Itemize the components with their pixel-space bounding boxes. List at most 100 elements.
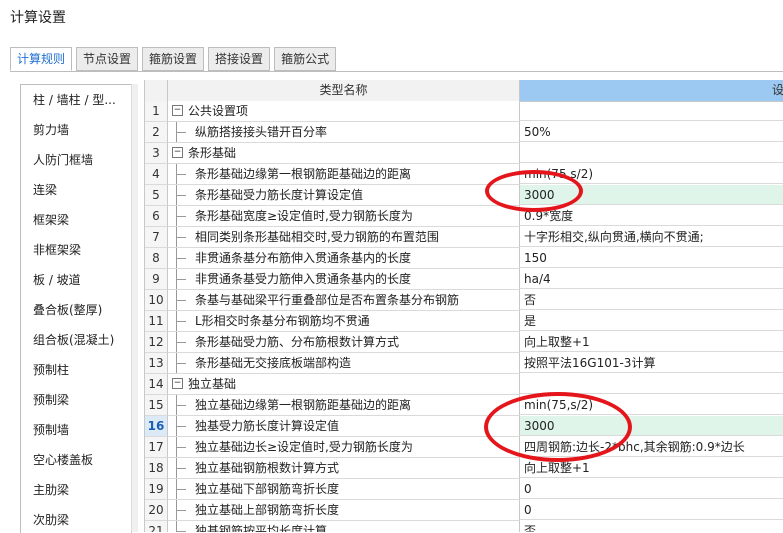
setting-name-cell[interactable]: 条形基础宽度≥设定值时,受力钢筋长度为 — [168, 206, 520, 227]
setting-name-cell[interactable]: 条形基础受力筋、分布筋根数计算方式 — [168, 332, 520, 353]
setting-value-cell[interactable]: min(75,s/2) — [520, 164, 783, 184]
setting-value-cell[interactable]: 3000 — [520, 416, 783, 436]
row-number[interactable]: 7 — [145, 227, 168, 248]
row-number[interactable]: 3 — [145, 143, 168, 164]
table-row[interactable]: 17 独立基础边长≥设定值时,受力钢筋长度为 四周钢筋:边长-2*bhc,其余钢筋:… — [145, 437, 783, 458]
setting-name-cell[interactable]: 独基钢筋按平均长度计算 — [168, 521, 520, 532]
row-number[interactable]: 1 — [145, 101, 168, 122]
setting-name-cell[interactable]: 条形基础无交接底板端部构造 — [168, 353, 520, 374]
table-row[interactable]: 11 L形相交时条基分布钢筋均不贯通 是 — [145, 311, 783, 332]
setting-value-cell[interactable]: 0.9*宽度 — [520, 206, 783, 226]
table-row[interactable]: 21 独基钢筋按平均长度计算 否 — [145, 521, 783, 532]
sidebar-scrollbar[interactable] — [131, 84, 138, 532]
setting-name-cell[interactable]: 独立基础钢筋根数计算方式 — [168, 458, 520, 479]
setting-value-cell[interactable]: 是 — [520, 311, 783, 331]
table-row[interactable]: 8 非贯通条基分布筋伸入贯通条基内的长度 150 — [145, 248, 783, 269]
setting-value-cell[interactable]: 150 — [520, 248, 783, 268]
table-row[interactable]: 19 独立基础下部钢筋弯折长度 0 — [145, 479, 783, 500]
setting-name-cell[interactable]: 条形基础受力筋长度计算设定值 — [168, 185, 520, 206]
row-number[interactable]: 15 — [145, 395, 168, 416]
tab-stirrup-settings[interactable]: 箍筋设置 — [142, 47, 205, 71]
setting-name-cell[interactable]: 独立基础边缘第一根钢筋距基础边的距离 — [168, 395, 520, 416]
sidebar-item-precast-beam[interactable]: 预制梁 — [21, 385, 131, 415]
setting-name-cell[interactable]: 条形基础边缘第一根钢筋距基础边的距离 — [168, 164, 520, 185]
setting-value-cell[interactable]: 十字形相交,纵向贯通,横向不贯通; — [520, 227, 783, 247]
setting-value-cell[interactable]: ha/4 — [520, 269, 783, 289]
row-number[interactable]: 19 — [145, 479, 168, 500]
table-row[interactable]: 2 纵筋搭接接头错开百分率 50% — [145, 122, 783, 143]
setting-value-cell[interactable] — [520, 101, 783, 121]
table-row[interactable]: 15 独立基础边缘第一根钢筋距基础边的距离 min(75,s/2) — [145, 395, 783, 416]
row-number[interactable]: 14 — [145, 374, 168, 395]
setting-name-cell[interactable]: 非贯通条基分布筋伸入贯通条基内的长度 — [168, 248, 520, 269]
column-header-value[interactable]: 设 — [520, 80, 783, 102]
row-number[interactable]: 10 — [145, 290, 168, 311]
sidebar-item-precast-column[interactable]: 预制柱 — [21, 355, 131, 385]
setting-name-cell[interactable]: L形相交时条基分布钢筋均不贯通 — [168, 311, 520, 332]
tab-stirrup-formula[interactable]: 箍筋公式 — [274, 47, 337, 71]
table-row[interactable]: 14− 独立基础 — [145, 374, 783, 395]
table-row[interactable]: 7 相同类别条形基础相交时,受力钢筋的布置范围 十字形相交,纵向贯通,横向不贯通; — [145, 227, 783, 248]
setting-name-cell[interactable]: 独基受力筋长度计算设定值 — [168, 416, 520, 437]
sidebar-item-precast-wall[interactable]: 预制墙 — [21, 415, 131, 445]
setting-name-cell[interactable]: 条基与基础梁平行重叠部位是否布置条基分布钢筋 — [168, 290, 520, 311]
row-number[interactable]: 17 — [145, 437, 168, 458]
collapse-icon[interactable]: − — [172, 105, 183, 116]
sidebar-item-main-rib-beam[interactable]: 主肋梁 — [21, 475, 131, 505]
table-row[interactable]: 10 条基与基础梁平行重叠部位是否布置条基分布钢筋 否 — [145, 290, 783, 311]
setting-name-cell[interactable]: 纵筋搭接接头错开百分率 — [168, 122, 520, 143]
sidebar-item-column[interactable]: 柱 / 墙柱 / 型... — [21, 85, 131, 115]
table-row[interactable]: 4 条形基础边缘第一根钢筋距基础边的距离 min(75,s/2) — [145, 164, 783, 185]
sidebar-item-secondary-rib-beam[interactable]: 次肋梁 — [21, 505, 131, 533]
collapse-icon[interactable]: − — [172, 378, 183, 389]
sidebar-item-slab[interactable]: 板 / 坡道 — [21, 265, 131, 295]
table-row[interactable]: 16 独基受力筋长度计算设定值 3000 — [145, 416, 783, 437]
tab-lap-settings[interactable]: 搭接设置 — [208, 47, 271, 71]
row-number[interactable]: 20 — [145, 500, 168, 521]
row-number[interactable]: 13 — [145, 353, 168, 374]
group-name-cell[interactable]: − 公共设置项 — [168, 101, 520, 122]
table-row[interactable]: 6 条形基础宽度≥设定值时,受力钢筋长度为 0.9*宽度 — [145, 206, 783, 227]
setting-value-cell[interactable]: 向上取整+1 — [520, 458, 783, 478]
row-number[interactable]: 8 — [145, 248, 168, 269]
setting-name-cell[interactable]: 非贯通条基受力筋伸入贯通条基内的长度 — [168, 269, 520, 290]
setting-value-cell[interactable]: 50% — [520, 122, 783, 142]
setting-value-cell[interactable]: 向上取整+1 — [520, 332, 783, 352]
setting-value-cell[interactable]: 否 — [520, 521, 783, 532]
row-number[interactable]: 9 — [145, 269, 168, 290]
row-number[interactable]: 16 — [145, 416, 168, 437]
tab-node-settings[interactable]: 节点设置 — [76, 47, 139, 71]
setting-name-cell[interactable]: 相同类别条形基础相交时,受力钢筋的布置范围 — [168, 227, 520, 248]
table-row[interactable]: 18 独立基础钢筋根数计算方式 向上取整+1 — [145, 458, 783, 479]
setting-value-cell[interactable] — [520, 374, 783, 394]
table-row[interactable]: 5 条形基础受力筋长度计算设定值 3000 — [145, 185, 783, 206]
row-number[interactable]: 12 — [145, 332, 168, 353]
row-number[interactable]: 18 — [145, 458, 168, 479]
table-row[interactable]: 12 条形基础受力筋、分布筋根数计算方式 向上取整+1 — [145, 332, 783, 353]
column-header-name[interactable]: 类型名称 — [168, 80, 520, 102]
row-number[interactable]: 4 — [145, 164, 168, 185]
table-row[interactable]: 9 非贯通条基受力筋伸入贯通条基内的长度 ha/4 — [145, 269, 783, 290]
setting-name-cell[interactable]: 独立基础边长≥设定值时,受力钢筋长度为 — [168, 437, 520, 458]
sidebar-item-composite-slab[interactable]: 叠合板(整厚) — [21, 295, 131, 325]
setting-value-cell[interactable] — [520, 143, 783, 163]
setting-value-cell[interactable]: 0 — [520, 500, 783, 520]
tab-calc-rules[interactable]: 计算规则 — [10, 47, 73, 71]
row-number[interactable]: 21 — [145, 521, 168, 532]
sidebar-item-hollow-slab[interactable]: 空心楼盖板 — [21, 445, 131, 475]
sidebar-item-coupling-beam[interactable]: 连梁 — [21, 175, 131, 205]
collapse-icon[interactable]: − — [172, 147, 183, 158]
table-row[interactable]: 20 独立基础上部钢筋弯折长度 0 — [145, 500, 783, 521]
setting-value-cell[interactable]: 四周钢筋:边长-2*bhc,其余钢筋:0.9*边长 — [520, 437, 783, 457]
table-row[interactable]: 13 条形基础无交接底板端部构造 按照平法16G101-3计算 — [145, 353, 783, 374]
setting-name-cell[interactable]: 独立基础上部钢筋弯折长度 — [168, 500, 520, 521]
row-number[interactable]: 6 — [145, 206, 168, 227]
setting-name-cell[interactable]: 独立基础下部钢筋弯折长度 — [168, 479, 520, 500]
sidebar-item-shear-wall[interactable]: 剪力墙 — [21, 115, 131, 145]
group-name-cell[interactable]: − 条形基础 — [168, 143, 520, 164]
sidebar-item-combined-slab[interactable]: 组合板(混凝土) — [21, 325, 131, 355]
row-number[interactable]: 11 — [145, 311, 168, 332]
setting-value-cell[interactable]: 按照平法16G101-3计算 — [520, 353, 783, 373]
table-row[interactable]: 3− 条形基础 — [145, 143, 783, 164]
sidebar-item-non-frame-beam[interactable]: 非框架梁 — [21, 235, 131, 265]
